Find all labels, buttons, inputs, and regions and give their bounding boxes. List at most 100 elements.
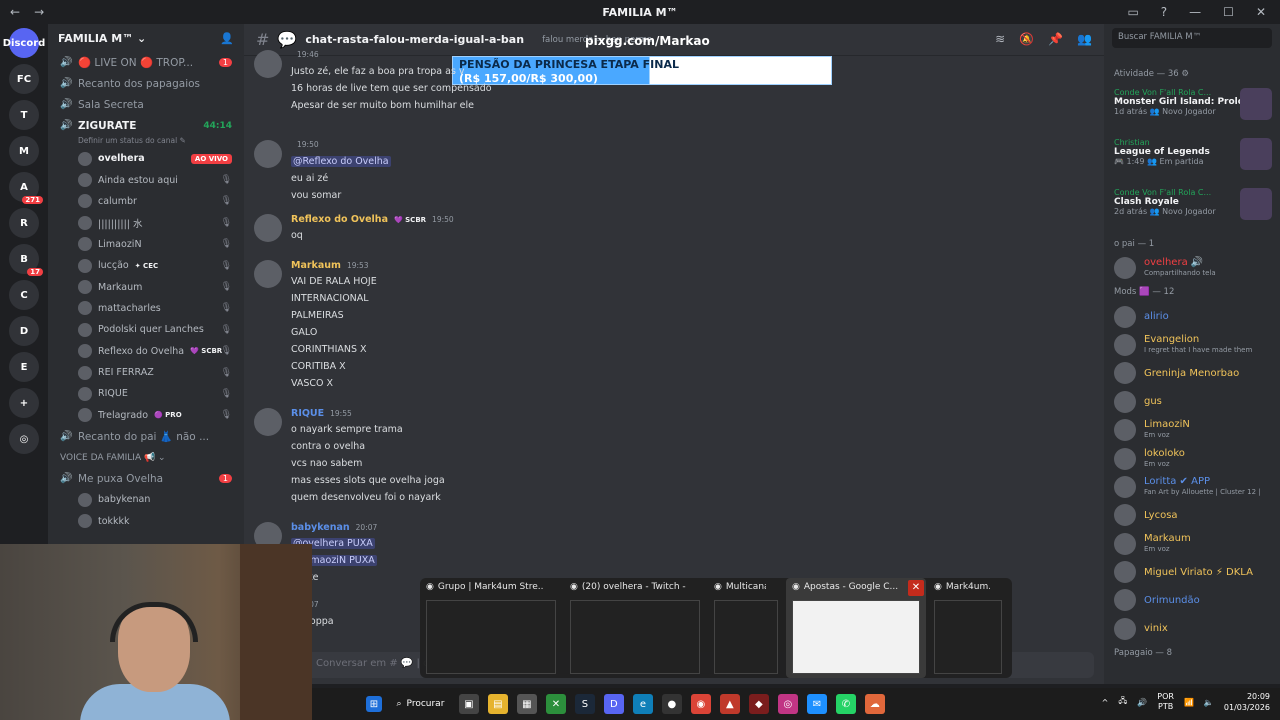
voice-user[interactable]: RIQUE 🎙 <box>48 383 244 404</box>
instagram-icon[interactable]: ◎ <box>777 694 798 714</box>
avatar[interactable] <box>254 50 282 78</box>
add-member-icon[interactable]: 👤 <box>220 32 234 45</box>
threads-icon[interactable]: ≋ <box>995 32 1005 46</box>
server-icon[interactable]: C <box>9 280 39 310</box>
avatar[interactable] <box>254 214 282 242</box>
voice-user[interactable]: LimaoziN 🎙 <box>48 234 244 255</box>
notification-icon[interactable]: 🔕 <box>1019 32 1034 46</box>
channel-item[interactable]: 🔊 Recanto dos papagaios <box>48 73 244 94</box>
server-icon[interactable]: Discord <box>3 28 45 58</box>
server-icon[interactable]: T <box>9 100 39 130</box>
window-preview[interactable]: ◉ Grupo | Mark4um Stre... <box>420 578 562 678</box>
file-explorer-icon[interactable]: ▤ <box>487 694 508 714</box>
app-red-icon[interactable]: ▲ <box>719 694 740 714</box>
wifi-icon[interactable]: 📶 <box>1184 698 1194 707</box>
member-item[interactable]: Markaum Em voz <box>1104 530 1280 558</box>
activity-card[interactable]: Conde Von F'all Rola C... Monster Girl Is… <box>1104 84 1280 134</box>
window-preview[interactable]: ◉Multicanai... <box>708 578 784 678</box>
server-icon[interactable]: + <box>9 388 39 418</box>
clock[interactable]: 20:09 01/03/2026 <box>1224 691 1270 713</box>
channel-item[interactable]: 🔊 Me puxa Ovelha 1 <box>48 468 244 489</box>
server-icon[interactable]: E <box>9 352 39 382</box>
cloud-app-icon[interactable]: ☁ <box>864 694 885 714</box>
voice-user[interactable]: calumbr 🎙 <box>48 191 244 212</box>
window-preview[interactable]: ◉ Apostas - Google C... ✕ <box>786 578 926 678</box>
voice-user[interactable]: mattacharles 🎙 <box>48 298 244 319</box>
channel-item[interactable]: 🔊 🔴 LIVE ON 🔴 TROP... 1 <box>48 52 244 73</box>
category-header[interactable]: VOICE DA FAMILIA 📢 ⌄ <box>48 447 244 468</box>
message-author[interactable]: Markaum <box>291 260 341 271</box>
xbox-icon[interactable]: ✕ <box>545 694 566 714</box>
pin-icon[interactable]: 📌 <box>1048 32 1063 46</box>
message-author[interactable]: babykenan <box>291 522 350 533</box>
minimize-button[interactable]: — <box>1189 5 1201 19</box>
member-item[interactable]: Evangelion I regret that I have made them <box>1104 331 1280 359</box>
taskbar-search[interactable]: ⌕ Procurar <box>397 699 445 709</box>
members-icon[interactable]: 👥 <box>1077 32 1092 46</box>
server-icon[interactable]: M <box>9 136 39 166</box>
member-item[interactable]: Greninja Menorbao <box>1104 359 1280 387</box>
window-preview[interactable]: ◉(20) ovelhera - Twitch - Go... <box>564 578 706 678</box>
member-item[interactable]: ovelhera 🔊 Compartilhando tela <box>1104 254 1280 282</box>
voice-user[interactable]: Podolski quer Lanches 🎙 <box>48 319 244 340</box>
voice-user[interactable]: REI FERRAZ 🎙 <box>48 362 244 383</box>
server-icon[interactable]: B 17 <box>9 244 43 276</box>
close-button[interactable]: ✕ <box>1256 5 1266 19</box>
voice-channel-zigurate[interactable]: 🔊 ZIGURATE 44:14 <box>48 115 244 136</box>
member-item[interactable]: Orimundão <box>1104 586 1280 614</box>
member-item[interactable]: alirio <box>1104 302 1280 330</box>
start-icon[interactable]: ⊞ <box>366 696 382 712</box>
member-item[interactable]: Loritta ✔ APP Fan Art by Allouette | Clus… <box>1104 473 1280 501</box>
server-icon[interactable]: ◎ <box>9 424 39 454</box>
maximize-button[interactable]: ☐ <box>1223 5 1234 19</box>
server-icon[interactable]: A 271 <box>9 172 43 204</box>
steam-icon[interactable]: S <box>574 694 595 714</box>
tray-chevron-icon[interactable]: ^ <box>1102 698 1109 707</box>
forward-arrow-icon[interactable]: → <box>34 5 44 19</box>
network-icon[interactable]: 🖧 <box>1118 695 1127 709</box>
member-item[interactable]: Lycosa <box>1104 501 1280 529</box>
whatsapp-icon[interactable]: ✆ <box>835 694 856 714</box>
server-icon[interactable]: R <box>9 208 39 238</box>
message-author[interactable]: Reflexo do Ovelha <box>291 214 388 225</box>
volume-icon[interactable]: 🔊 <box>1137 698 1147 707</box>
voice-user[interactable]: tokkkk <box>48 510 244 531</box>
channel-item[interactable]: 🔊 Sala Secreta <box>48 94 244 115</box>
avatar[interactable] <box>254 408 282 436</box>
guild-header[interactable]: FAMILIA M™ ⌄ 👤 <box>48 24 244 52</box>
channel-status-prompt[interactable]: Definir um status do canal ✎ <box>48 136 244 148</box>
avatar[interactable] <box>254 260 282 288</box>
back-arrow-icon[interactable]: ← <box>10 5 20 19</box>
app-dark-icon[interactable]: ◆ <box>748 694 769 714</box>
server-icon[interactable]: D <box>9 316 39 346</box>
edge-icon[interactable]: e <box>632 694 653 714</box>
message-author[interactable]: RIQUE <box>291 408 324 419</box>
search-input[interactable]: Buscar FAMILIA M™ <box>1112 28 1272 48</box>
voice-user[interactable]: Trelagrado 🟣 PRO 🎙 <box>48 405 244 426</box>
member-item[interactable]: LimaoziN Em voz <box>1104 416 1280 444</box>
lang-indicator[interactable]: POR PTB <box>1157 692 1174 712</box>
discord-icon[interactable]: D <box>603 694 624 714</box>
activity-card[interactable]: Conde Von F'all Rola C... Clash Royale 2d … <box>1104 184 1280 234</box>
avatar[interactable] <box>254 140 282 168</box>
activity-card[interactable]: Christian League of Legends 🎮 1:49 👥 Em pa… <box>1104 134 1280 184</box>
close-preview-button[interactable]: ✕ <box>908 580 924 596</box>
voice-user[interactable]: babykenan <box>48 489 244 510</box>
voice-user[interactable]: Reflexo do Ovelha 💜 SCBR 🎙 <box>48 341 244 362</box>
member-item[interactable]: lokoloko Em voz <box>1104 444 1280 472</box>
chrome-icon[interactable]: ◉ <box>690 694 711 714</box>
calculator-icon[interactable]: ▦ <box>516 694 537 714</box>
member-item[interactable]: gus <box>1104 388 1280 416</box>
obs-icon[interactable]: ● <box>661 694 682 714</box>
voice-user[interactable]: Markaum 🎙 <box>48 276 244 297</box>
window-preview[interactable]: ◉Mark4um... <box>928 578 1008 678</box>
voice-user[interactable]: lucção ✦ CEC 🎙 <box>48 255 244 276</box>
task-view-icon[interactable]: ▣ <box>458 694 479 714</box>
member-item[interactable]: Miguel Viriato ⚡ DKLA <box>1104 558 1280 586</box>
member-item[interactable]: vinix <box>1104 615 1280 643</box>
chat-app-icon[interactable]: ✉ <box>806 694 827 714</box>
server-icon[interactable]: FC <box>9 64 39 94</box>
voice-user[interactable]: ovelhera AO VIVO <box>48 148 244 169</box>
speaker-tray-icon[interactable]: 🔈 <box>1204 698 1214 707</box>
voice-user[interactable]: |||||||||| 水 🎙 <box>48 212 244 233</box>
